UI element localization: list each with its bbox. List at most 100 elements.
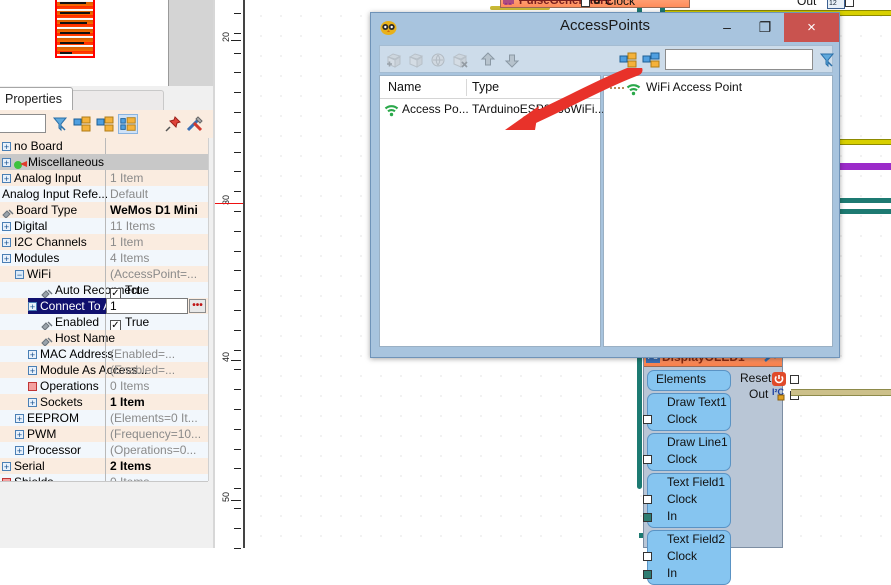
expand-icon[interactable]: + [28,398,37,407]
tools-icon[interactable] [185,114,205,134]
oled-group-textfield2[interactable]: Text Field2 Clock In [647,530,731,585]
column-header-name[interactable]: Name [388,76,421,98]
property-value[interactable]: 4 Items [105,250,208,266]
property-value[interactable] [105,330,208,346]
property-row[interactable]: +MAC Address(Enabled=... [0,346,208,362]
property-row[interactable]: Analog Input Refe...Default [0,186,208,202]
pin-out[interactable] [845,0,854,7]
expand-icon[interactable]: + [15,430,24,439]
property-row[interactable]: −WiFi(AccessPoint=... [0,266,208,282]
funnel-icon[interactable] [817,50,837,70]
pin-drawtext1-clock[interactable] [643,415,652,424]
pin-textfield1-in[interactable] [643,513,652,522]
property-row[interactable]: +no Board [0,138,208,154]
property-row[interactable]: Auto Reconnect✓True [0,282,208,298]
property-row[interactable]: +Miscellaneous [0,154,208,170]
edit-icon[interactable] [428,50,448,70]
alphabetize-icon[interactable] [641,50,661,70]
properties-grid[interactable]: +no Board+Miscellaneous+Analog Input1 It… [0,138,209,481]
pin-clock[interactable] [581,0,590,7]
property-value[interactable]: ✓True [105,282,208,298]
categorize-icon[interactable] [618,50,638,70]
properties-search-input[interactable] [0,114,46,133]
property-row[interactable]: +Sockets1 Item [0,394,208,410]
property-row[interactable]: +Digital11 Items [0,218,208,234]
oled-group-drawline1[interactable]: Draw Line1 Clock [647,433,731,471]
pin-textfield2-in[interactable] [643,570,652,579]
tab-inactive[interactable] [62,90,164,111]
pin-drawline1-clock[interactable] [643,455,652,464]
oled-group-elements[interactable]: Elements [647,370,731,391]
property-row[interactable]: +Analog Input1 Item [0,170,208,186]
categorize-icon[interactable] [72,114,92,134]
property-value[interactable]: 1 Item [105,170,208,186]
property-value[interactable]: 11 Items [105,218,208,234]
expand-icon[interactable]: + [15,446,24,455]
dialog-filter-input[interactable] [665,49,813,70]
expand-icon[interactable]: + [15,414,24,423]
property-row[interactable]: Board TypeWeMos D1 Mini [0,202,208,218]
collapse-icon[interactable]: − [15,270,24,279]
property-value-input[interactable]: 1 [106,298,188,314]
property-row[interactable]: +Processor(Operations=0... [0,442,208,458]
dialog-right-list[interactable]: WiFi Access Point [603,75,833,347]
property-row[interactable]: +EEPROM(Elements=0 It... [0,410,208,426]
property-value[interactable]: 1 Item [105,394,208,410]
property-value[interactable]: ✓True [105,314,208,330]
alphabetize-icon[interactable] [95,114,115,134]
property-value[interactable]: (AccessPoint=... [105,266,208,282]
expand-icon[interactable]: + [2,222,11,231]
group-icon[interactable] [118,114,138,134]
property-row[interactable]: Operations0 Items [0,378,208,394]
property-value[interactable]: (Frequency=10... [105,426,208,442]
move-up-icon[interactable] [478,50,498,70]
expand-icon[interactable]: + [2,142,11,151]
property-value[interactable]: (Enabled=... [105,346,208,362]
list-item[interactable]: WiFi Access Point [604,76,832,98]
minimize-button[interactable]: – [708,13,746,41]
add-icon[interactable] [384,50,404,70]
oled-group-drawtext1[interactable]: Draw Text1 Clock [647,393,731,431]
ellipsis-editor-button[interactable]: ••• [189,299,206,313]
filter-icon[interactable] [50,114,70,134]
expand-icon[interactable]: + [28,302,37,311]
property-value[interactable]: (Elements=0 It... [105,410,208,426]
property-row[interactable]: Host Name [0,330,208,346]
copy-icon[interactable] [406,50,426,70]
checkbox[interactable]: ✓ [110,288,121,298]
expand-icon[interactable]: + [2,174,11,183]
property-row[interactable]: +Serial2 Items [0,458,208,474]
oled-group-textfield1[interactable]: Text Field1 Clock In [647,473,731,528]
move-down-icon[interactable] [502,50,522,70]
close-button[interactable]: × [784,13,839,42]
pin-icon[interactable] [163,114,183,134]
expand-icon[interactable]: + [28,350,37,359]
column-header-type[interactable]: Type [472,76,499,98]
list-item[interactable]: Access Po... TArduinoESP8266WiFi... [380,99,600,119]
property-row[interactable]: +I2C Channels1 Item [0,234,208,250]
pin-textfield2-clock[interactable] [643,552,652,561]
property-row[interactable]: +PWM(Frequency=10... [0,426,208,442]
accesspoints-dialog[interactable]: AccessPoints – ❐ × [370,12,840,358]
expand-icon[interactable]: + [2,238,11,247]
property-row[interactable]: Enabled✓True [0,314,208,330]
delete-icon[interactable] [450,50,470,70]
property-value[interactable]: (Enabled=... [105,362,208,378]
property-value[interactable]: (Operations=0... [105,442,208,458]
expand-icon[interactable]: + [2,158,11,167]
property-value[interactable]: 0 Items [105,474,208,481]
property-row[interactable]: +Module As Access...(Enabled=... [0,362,208,378]
property-value[interactable]: Default [105,186,208,202]
property-value[interactable]: 1 Item [105,234,208,250]
property-value[interactable]: WeMos D1 Mini [105,202,208,218]
property-row[interactable]: +Modules4 Items [0,250,208,266]
property-value[interactable] [105,138,208,154]
property-row[interactable]: +Connect To Acces...1••• [0,298,208,314]
expand-icon[interactable]: + [2,254,11,263]
expand-icon[interactable]: + [2,462,11,471]
pin-reset[interactable] [790,375,799,384]
maximize-button[interactable]: ❐ [746,13,784,41]
property-value[interactable]: 0 Items [105,378,208,394]
expand-icon[interactable]: + [28,366,37,375]
checkbox[interactable]: ✓ [110,320,121,330]
